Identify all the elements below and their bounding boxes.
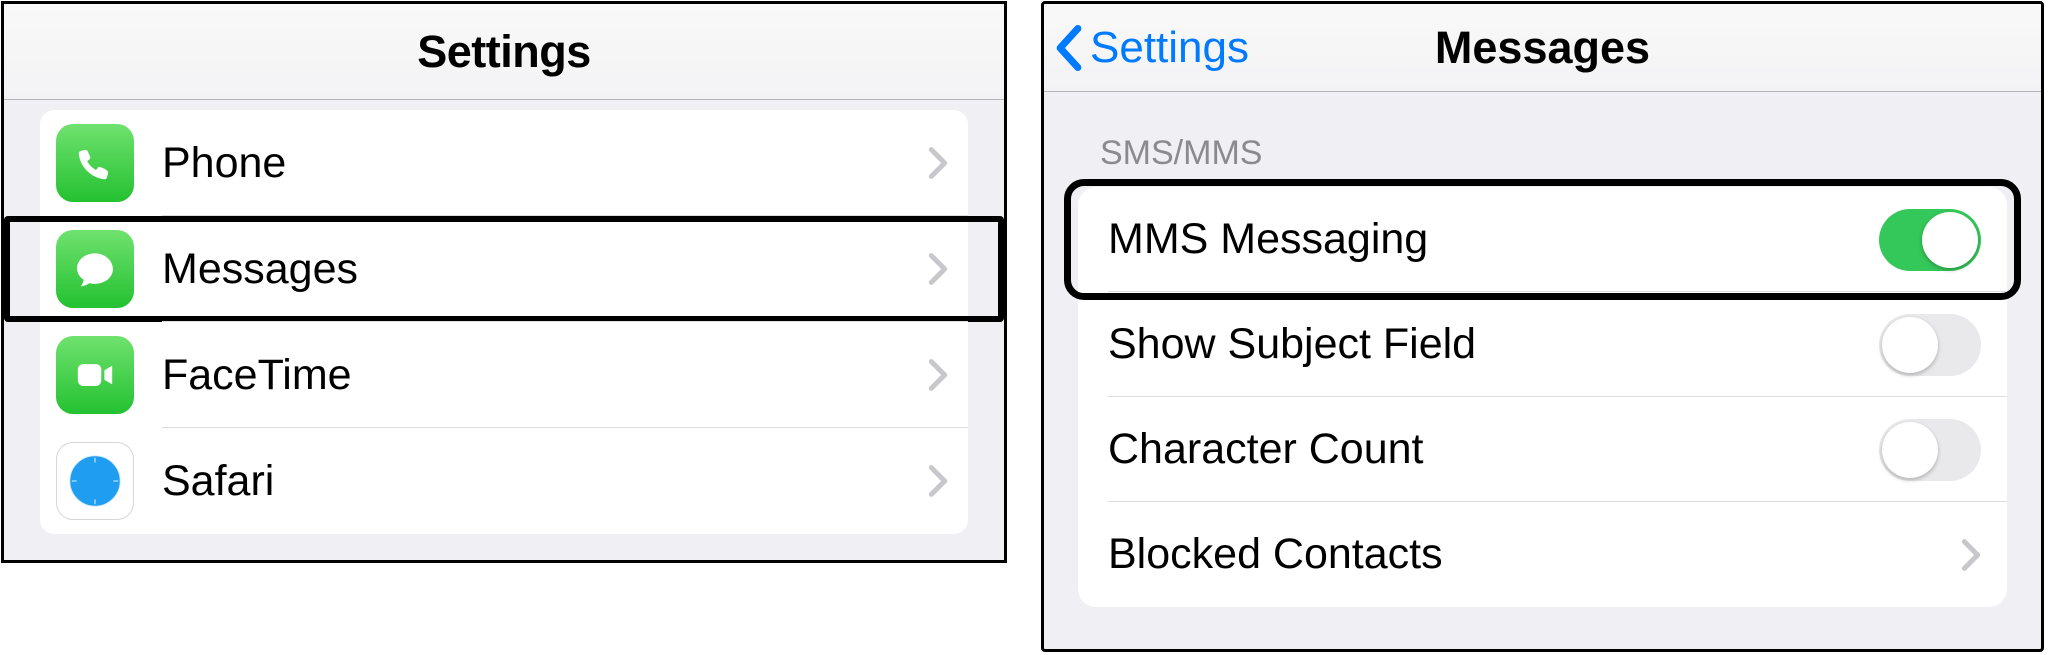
settings-row-messages[interactable]: Messages [40,216,968,322]
messages-icon [56,230,134,308]
toggle-show-subject-field[interactable] [1879,314,1981,376]
settings-title: Settings [417,26,591,78]
messages-panel: Settings Messages SMS/MMS MMS Messaging … [1041,1,2044,652]
row-show-subject-field: Show Subject Field [1078,292,2007,397]
settings-row-phone[interactable]: Phone [40,110,968,216]
row-label: Character Count [1108,425,1879,474]
safari-icon [56,442,134,520]
settings-titlebar: Settings [4,4,1004,100]
settings-panel: Settings Phone Messages [1,1,1007,563]
messages-titlebar: Settings Messages [1044,4,2041,92]
settings-row-label: Messages [162,245,928,294]
toggle-character-count[interactable] [1879,419,1981,481]
toggle-mms-messaging[interactable] [1879,209,1981,271]
row-label: Blocked Contacts [1108,530,1961,579]
row-mms-messaging: MMS Messaging [1078,187,2007,292]
row-blocked-contacts[interactable]: Blocked Contacts [1078,502,2007,607]
row-label: MMS Messaging [1108,215,1879,264]
messages-list: MMS Messaging Show Subject Field Charact… [1078,187,2007,607]
settings-row-label: FaceTime [162,351,928,400]
chevron-right-icon [928,464,948,498]
row-label: Show Subject Field [1108,320,1879,369]
back-label: Settings [1090,23,1249,73]
chevron-left-icon [1054,25,1084,71]
phone-icon [56,124,134,202]
settings-row-safari[interactable]: Safari [40,428,968,534]
facetime-icon [56,336,134,414]
back-button[interactable]: Settings [1054,4,1249,91]
settings-row-label: Phone [162,139,928,188]
section-header-smsmms: SMS/MMS [1100,134,2041,173]
messages-title: Messages [1435,22,1650,74]
chevron-right-icon [1961,538,1981,572]
settings-row-facetime[interactable]: FaceTime [40,322,968,428]
chevron-right-icon [928,358,948,392]
chevron-right-icon [928,252,948,286]
row-character-count: Character Count [1078,397,2007,502]
settings-list: Phone Messages [40,110,968,534]
settings-row-label: Safari [162,457,928,506]
chevron-right-icon [928,146,948,180]
